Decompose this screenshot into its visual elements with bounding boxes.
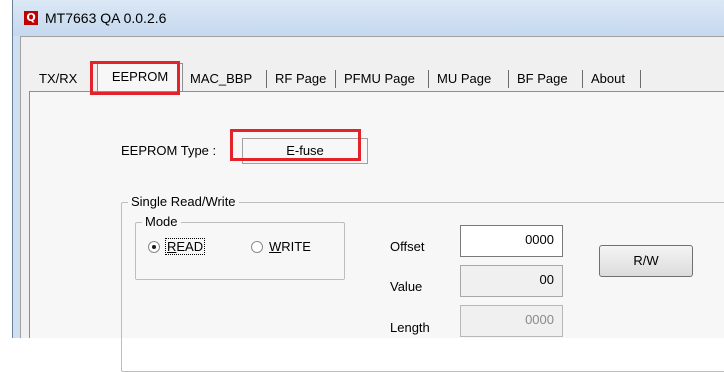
tab-tx-rx[interactable]: TX/RX	[33, 67, 83, 91]
app-window: Q MT7663 QA 0.0.2.6 TX/RX EEPROM MAC_BBP…	[12, 0, 724, 372]
eeprom-tab-panel: EEPROM Type : E-fuse Single Read/Write M…	[29, 91, 724, 372]
mode-legend: Mode	[142, 214, 181, 230]
read-radio[interactable]: READ	[148, 238, 206, 255]
tab-mac-bbp[interactable]: MAC_BBP	[184, 67, 258, 91]
single-read-write-legend: Single Read/Write	[128, 194, 239, 210]
title-bar[interactable]: Q MT7663 QA 0.0.2.6	[13, 0, 724, 36]
tab-separator	[335, 70, 336, 88]
tab-separator	[582, 70, 583, 88]
read-radio-label: READ	[164, 238, 206, 255]
value-field: 00	[460, 265, 563, 297]
tab-about[interactable]: About	[585, 67, 631, 91]
window-title: MT7663 QA 0.0.2.6	[45, 10, 167, 26]
eeprom-type-label: EEPROM Type :	[121, 143, 217, 158]
value-label: Value	[390, 279, 423, 294]
length-label: Length	[390, 320, 430, 335]
eeprom-tab-highlight	[90, 61, 180, 95]
rw-button[interactable]: R/W	[599, 245, 693, 277]
write-radio-label: WRITE	[269, 239, 311, 254]
mode-group: Mode READ WRITE	[135, 214, 345, 280]
tab-separator	[428, 70, 429, 88]
tab-separator	[640, 70, 641, 88]
single-read-write-group: Single Read/Write Mode READ WRITE Offset…	[121, 194, 724, 372]
eeprom-type-highlight	[230, 129, 361, 161]
tab-separator	[508, 70, 509, 88]
length-input[interactable]: 0000	[460, 305, 563, 337]
tab-rf-page[interactable]: RF Page	[269, 67, 332, 91]
tab-bf-page[interactable]: BF Page	[511, 67, 574, 91]
app-logo-icon: Q	[24, 11, 38, 25]
offset-label: Offset	[390, 239, 425, 254]
radio-unchecked-icon	[251, 240, 263, 253]
offset-input[interactable]: 0000	[460, 225, 563, 257]
radio-checked-icon	[148, 240, 160, 253]
tab-separator	[266, 70, 267, 88]
tab-pfmu-page[interactable]: PFMU Page	[338, 67, 421, 91]
tab-mu-page[interactable]: MU Page	[431, 67, 497, 91]
write-radio[interactable]: WRITE	[251, 239, 311, 254]
